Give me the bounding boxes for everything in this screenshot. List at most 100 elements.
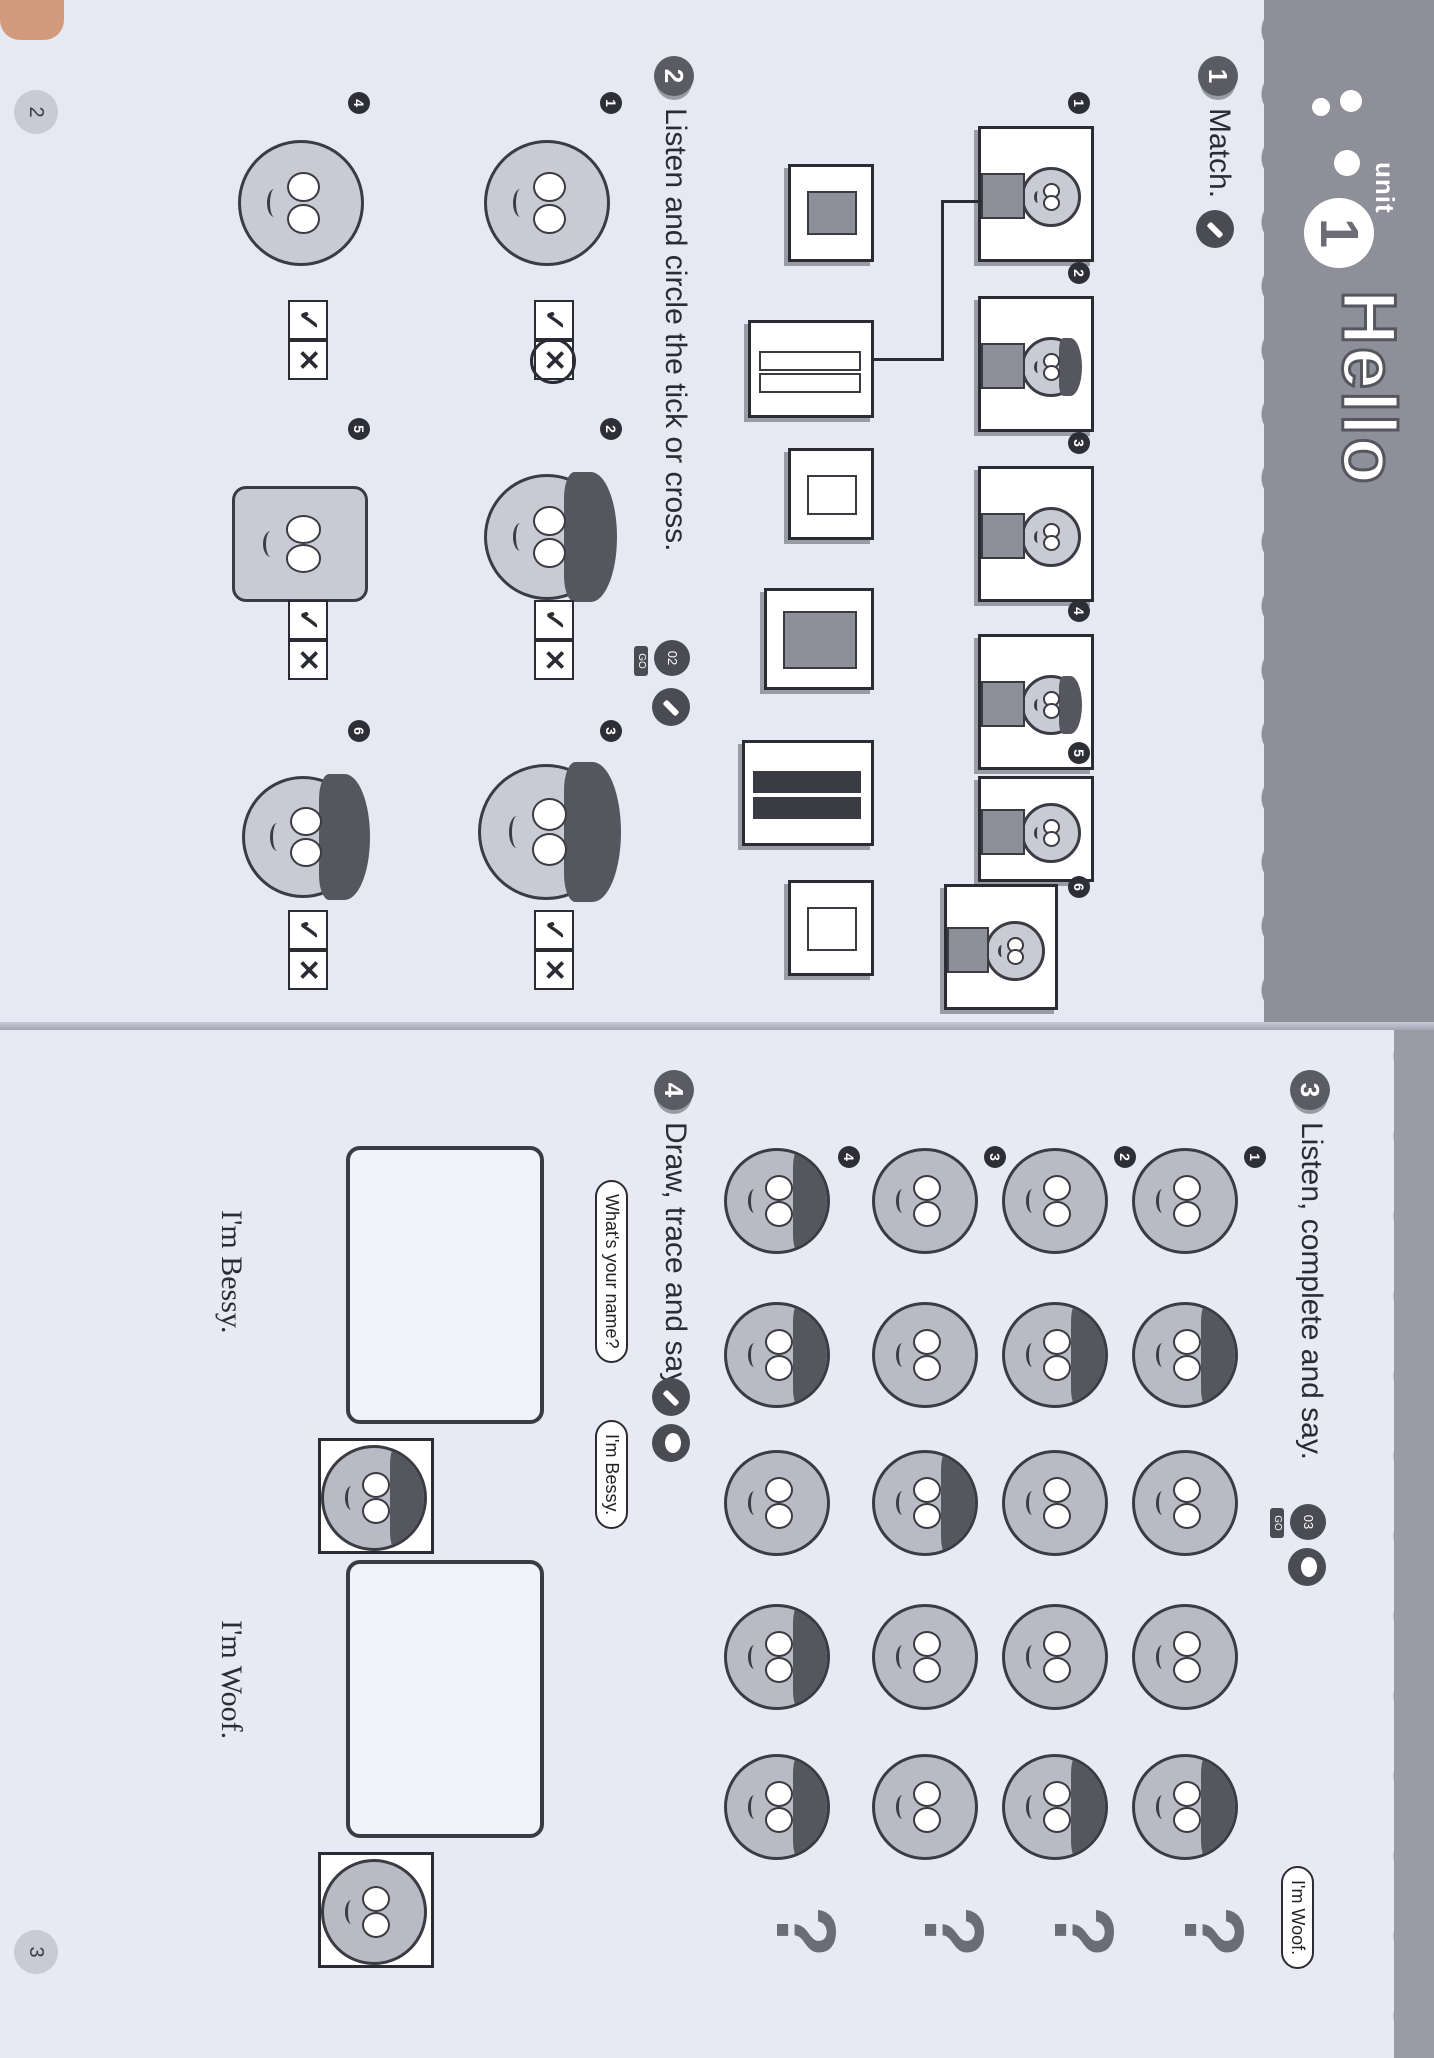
page-number-left: 2 xyxy=(14,90,58,134)
tick-box[interactable]: ✓ xyxy=(534,910,574,950)
character-body xyxy=(981,173,1025,219)
right-banner xyxy=(1394,1030,1434,2058)
exercise-4-number: 4 xyxy=(654,1070,694,1110)
legs-picture xyxy=(807,191,857,235)
match-item-number: 4 xyxy=(1068,600,1090,622)
item-number: 4 xyxy=(348,92,370,114)
pencil-icon xyxy=(1196,210,1234,248)
sequence-face xyxy=(1132,1754,1238,1860)
draw-frame-woof[interactable] xyxy=(346,1560,544,1838)
question-mark: ? xyxy=(759,1906,853,1958)
tick-box[interactable]: ✓ xyxy=(288,910,328,950)
paw-dot-icon xyxy=(1340,90,1362,112)
cross-box[interactable]: ✕ xyxy=(534,950,574,990)
question-mark: ? xyxy=(907,1906,1001,1958)
match-character-card[interactable] xyxy=(978,126,1094,262)
pencil-icon xyxy=(652,688,690,726)
match-character-card[interactable] xyxy=(978,776,1094,882)
exercise-1-number: 1 xyxy=(1198,56,1238,96)
character-body xyxy=(947,927,989,973)
sequence-face xyxy=(872,1148,978,1254)
woof-picture-card xyxy=(318,1852,434,1968)
exercise-2-title: Listen and circle the tick or cross. xyxy=(659,108,692,552)
match-item-number: 2 xyxy=(1068,262,1090,284)
pencil-icon xyxy=(652,1378,690,1416)
sequence-face xyxy=(872,1450,978,1556)
sequence-face xyxy=(724,1302,830,1408)
sequence-face xyxy=(724,1450,830,1556)
unit-badge: unit 1 xyxy=(1300,80,1420,268)
item-number: 6 xyxy=(348,720,370,742)
match-body-card[interactable] xyxy=(764,588,874,690)
legs-picture xyxy=(807,475,857,515)
cross-box[interactable]: ✕ xyxy=(288,950,328,990)
unit-title: Hello xyxy=(1325,289,1413,488)
sequence-face xyxy=(872,1302,978,1408)
bessy-picture-card xyxy=(318,1438,434,1554)
sequence-face xyxy=(1132,1450,1238,1556)
sequence-face xyxy=(724,1604,830,1710)
legs-picture xyxy=(759,373,861,393)
sequence-face xyxy=(1002,1302,1108,1408)
exercise-2-number: 2 xyxy=(654,56,694,96)
sequence-item-number: 4 xyxy=(838,1146,860,1168)
trace-text-woof[interactable]: I'm Woof. xyxy=(214,1620,248,1739)
thumb xyxy=(0,0,64,40)
answer-circle xyxy=(530,338,576,384)
cross-box[interactable]: ✕ xyxy=(534,640,574,680)
match-body-card[interactable] xyxy=(742,740,874,846)
legs-picture xyxy=(783,611,857,669)
sequence-item-number: 1 xyxy=(1244,1146,1266,1168)
trace-text-bessy[interactable]: I'm Bessy. xyxy=(214,1210,248,1333)
audio-track-icon[interactable]: 02 xyxy=(654,640,690,676)
item-number: 2 xyxy=(600,418,622,440)
character-body xyxy=(981,343,1025,389)
sequence-face xyxy=(724,1148,830,1254)
match-line xyxy=(874,358,944,361)
photo-stage: unit 1 Hello 1 Match. 1 2 3 4 5 6 2 List… xyxy=(0,0,1434,2058)
match-line xyxy=(941,200,944,360)
item-number: 3 xyxy=(600,720,622,742)
bessy-face xyxy=(321,1445,427,1551)
character-body xyxy=(981,809,1025,855)
cross-box[interactable]: ✕ xyxy=(288,340,328,380)
tick-box[interactable]: ✓ xyxy=(534,300,574,340)
character-face xyxy=(1021,803,1081,863)
question-mark: ? xyxy=(1037,1906,1131,1958)
match-body-card[interactable] xyxy=(788,448,874,540)
exercise-3-title: Listen, complete and say. xyxy=(1295,1122,1328,1460)
question-bubble: What's your name? xyxy=(595,1180,628,1363)
unit-number: 1 xyxy=(1304,198,1374,268)
sequence-face xyxy=(1132,1604,1238,1710)
match-line xyxy=(942,200,982,203)
character-face xyxy=(1021,675,1083,735)
match-body-card[interactable] xyxy=(788,164,874,262)
draw-frame-bessy[interactable] xyxy=(346,1146,544,1424)
legs-picture xyxy=(807,907,857,951)
character-face xyxy=(232,486,368,602)
sequence-face xyxy=(1132,1148,1238,1254)
unit-label: unit xyxy=(1370,162,1400,214)
workbook-spread: unit 1 Hello 1 Match. 1 2 3 4 5 6 2 List… xyxy=(0,0,1434,2058)
cross-box[interactable]: ✕ xyxy=(288,640,328,680)
tick-box[interactable]: ✓ xyxy=(288,300,328,340)
audio-track-icon[interactable]: 03 xyxy=(1290,1504,1326,1540)
match-character-card[interactable] xyxy=(944,884,1058,1010)
match-body-card[interactable] xyxy=(748,320,874,418)
match-item-number: 6 xyxy=(1068,876,1090,898)
character-face xyxy=(478,761,622,903)
character-face xyxy=(1021,507,1081,567)
character-body xyxy=(981,681,1025,727)
character-face xyxy=(1021,337,1083,397)
match-item-number: 5 xyxy=(1068,742,1090,764)
tick-box[interactable]: ✓ xyxy=(288,600,328,640)
sequence-face xyxy=(1002,1148,1108,1254)
tick-box[interactable]: ✓ xyxy=(534,600,574,640)
match-character-card[interactable] xyxy=(978,296,1094,432)
match-body-card[interactable] xyxy=(788,880,874,976)
woof-face xyxy=(321,1859,427,1965)
exercise-3-number: 3 xyxy=(1290,1070,1330,1110)
character-face xyxy=(484,140,610,266)
match-character-card[interactable] xyxy=(978,466,1094,602)
paw-dot-icon xyxy=(1334,150,1360,176)
